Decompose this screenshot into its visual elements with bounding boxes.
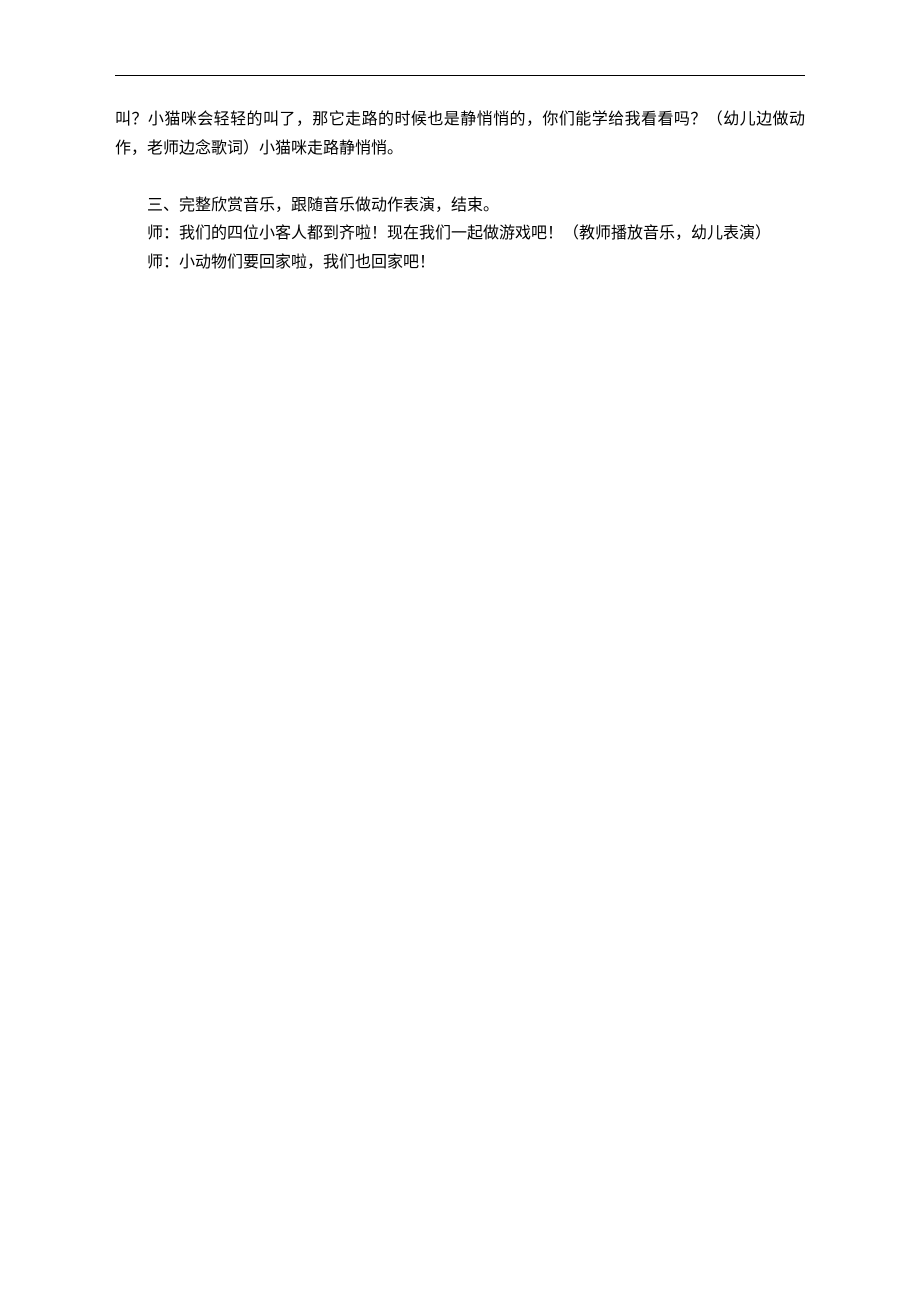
- section-break: [115, 164, 805, 192]
- teacher-line-1: 师：我们的四位小客人都到齐啦！现在我们一起做游戏吧！（教师播放音乐，幼儿表演）: [115, 220, 805, 249]
- paragraph-continuation: 叫？小猫咪会轻轻的叫了，那它走路的时候也是静悄悄的，你们能学给我看看吗？（幼儿边…: [115, 106, 805, 164]
- teacher-line-2: 师：小动物们要回家啦，我们也回家吧！: [115, 249, 805, 278]
- page-container: 叫？小猫咪会轻轻的叫了，那它走路的时候也是静悄悄的，你们能学给我看看吗？（幼儿边…: [0, 0, 920, 278]
- horizontal-rule: [115, 75, 805, 76]
- section-title: 三、完整欣赏音乐，跟随音乐做动作表演，结束。: [115, 192, 805, 221]
